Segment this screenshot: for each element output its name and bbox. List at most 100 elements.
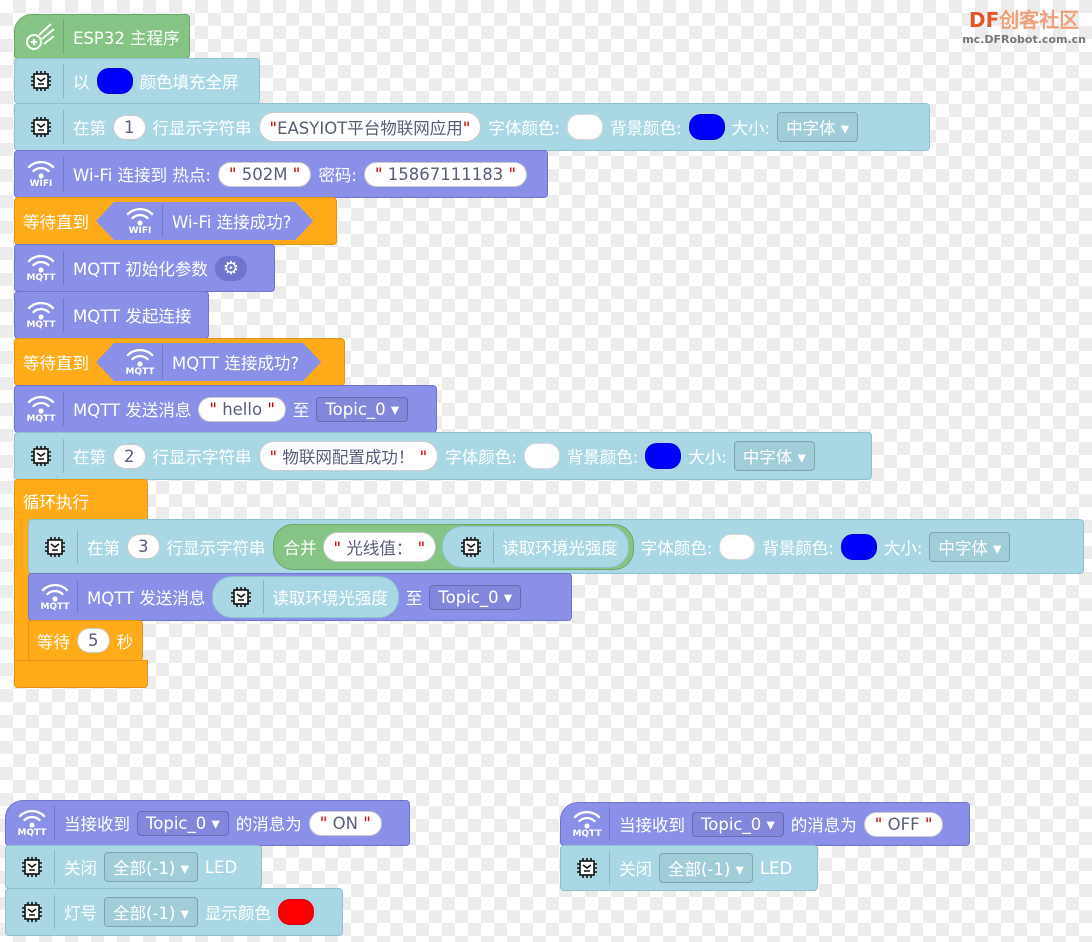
wait-seconds-block[interactable]: 等待 5 秒: [28, 620, 143, 661]
block-label: 背景颜色:: [609, 119, 682, 138]
font-color-swatch[interactable]: [523, 443, 560, 469]
mqtt-icon: MQTT: [19, 392, 64, 426]
text-value: OFF: [887, 814, 920, 834]
chip-icon: [19, 110, 64, 144]
wifi-connected-condition[interactable]: WIFI Wi-Fi 连接成功?: [96, 202, 313, 240]
block-label: 行显示字符串: [152, 448, 252, 467]
block-label: 背景颜色:: [762, 538, 834, 558]
ambient-light-reporter[interactable]: 读取环境光强度: [442, 525, 629, 568]
row-number-input[interactable]: 2: [113, 443, 146, 469]
size-dropdown[interactable]: 中字体 ▾: [929, 531, 1011, 562]
block-label: 在第: [73, 448, 106, 467]
block-label: 的消息为: [235, 815, 302, 834]
wait-until-wifi-block[interactable]: 等待直到 WIFI Wi-Fi 连接成功?: [14, 197, 337, 245]
icon-caption: MQTT: [26, 413, 56, 424]
text-value: hello: [222, 399, 263, 419]
led-dropdown[interactable]: 全部(-1) ▾: [659, 853, 753, 883]
font-color-swatch[interactable]: [566, 114, 603, 140]
esp32-main-hat-block[interactable]: ESP32 主程序: [14, 14, 190, 59]
dropdown-value: 全部(-1): [668, 860, 731, 879]
led-off-block[interactable]: 关闭 全部(-1) ▾ LED: [5, 845, 262, 889]
mqtt-init-block[interactable]: MQTT MQTT 初始化参数 ⚙: [14, 244, 275, 292]
dropdown-value: Topic_0: [438, 587, 499, 607]
wifi-connect-block[interactable]: WIFI Wi-Fi 连接到 热点: " 502M " 密码: " 158671…: [14, 150, 548, 198]
message-input[interactable]: " hello ": [198, 396, 286, 422]
text-value: EASYIOT平台物联网应用: [277, 119, 463, 138]
off-message-hat-block[interactable]: MQTT 当接收到 Topic_0 ▾ 的消息为 " OFF ": [560, 802, 970, 846]
row-number-input[interactable]: 1: [113, 114, 146, 140]
color-swatch-blue[interactable]: [96, 68, 133, 94]
text-value: 502M: [241, 164, 288, 184]
led-dropdown[interactable]: 全部(-1) ▾: [104, 897, 198, 927]
font-color-swatch[interactable]: [719, 533, 756, 560]
mqtt-send-hello-block[interactable]: MQTT MQTT 发送消息 " hello " 至 Topic_0 ▾: [14, 385, 437, 433]
text-input[interactable]: " 光线值： ": [322, 531, 437, 562]
dropdown-value: 全部(-1): [113, 859, 176, 878]
topic-dropdown[interactable]: Topic_0 ▾: [316, 396, 409, 422]
block-label: 当接收到: [64, 815, 130, 834]
mqtt-connected-condition[interactable]: MQTT MQTT 连接成功?: [96, 343, 321, 381]
bg-color-swatch[interactable]: [645, 443, 682, 469]
wifi-icon: WIFI: [19, 157, 64, 191]
on-message-hat-block[interactable]: MQTT 当接收到 Topic_0 ▾ 的消息为 " ON ": [5, 800, 410, 846]
wifi-icon: WIFI: [118, 204, 163, 238]
dropdown-value: 中字体: [742, 448, 793, 467]
block-label: 大小:: [883, 538, 923, 558]
block-label: 当接收到: [619, 816, 685, 835]
led-off-block[interactable]: 关闭 全部(-1) ▾ LED: [560, 845, 818, 891]
size-dropdown[interactable]: 中字体 ▾: [733, 441, 815, 471]
display-line-2-block[interactable]: 在第 2 行显示字符串 " 物联网配置成功！ " 字体颜色: 背景颜色: 大小:…: [14, 432, 872, 480]
bg-color-swatch[interactable]: [840, 533, 877, 560]
block-label: 读取环境光强度: [502, 538, 618, 558]
size-dropdown[interactable]: 中字体 ▾: [777, 112, 859, 142]
dropdown-value: Topic_0: [701, 814, 762, 834]
topic-dropdown[interactable]: Topic_0 ▾: [692, 811, 784, 837]
wait-until-mqtt-block[interactable]: 等待直到 MQTT MQTT 连接成功?: [14, 338, 345, 386]
text-input[interactable]: "EASYIOT平台物联网应用": [258, 112, 482, 142]
chip-icon: [10, 895, 55, 929]
icon-caption: MQTT: [572, 828, 602, 839]
icon-caption: WIFI: [29, 178, 53, 189]
mqtt-send-light-block[interactable]: MQTT MQTT 发送消息 读取环境光强度 至 Topic_0 ▾: [28, 573, 572, 621]
dropdown-value: 中字体: [938, 538, 988, 558]
chip-icon: [219, 580, 265, 614]
display-line-3-block[interactable]: 在第 3 行显示字符串 合并 " 光线值： " 读取环境光强度 字体颜色: 背景…: [28, 519, 1084, 574]
block-label: 大小:: [688, 448, 727, 467]
block-label: 灯号: [64, 904, 97, 923]
color-swatch-red[interactable]: [277, 899, 314, 925]
fill-screen-block[interactable]: 以 颜色填充全屏: [14, 58, 260, 104]
block-label: 字体颜色:: [445, 448, 517, 467]
password-input[interactable]: " 15867111183 ": [363, 161, 528, 187]
chip-icon: [449, 529, 495, 564]
row-number-input[interactable]: 3: [127, 534, 160, 559]
mqtt-icon: MQTT: [19, 251, 64, 285]
join-reporter[interactable]: 合并 " 光线值： " 读取环境光强度: [272, 523, 634, 570]
mqtt-icon: MQTT: [565, 807, 610, 841]
topic-dropdown[interactable]: Topic_0 ▾: [137, 810, 229, 836]
topic-dropdown[interactable]: Topic_0 ▾: [429, 584, 522, 610]
block-label: 在第: [87, 538, 120, 558]
dropdown-value: Topic_0: [325, 399, 386, 419]
gear-icon[interactable]: ⚙: [214, 255, 247, 281]
mqtt-connect-block[interactable]: MQTT MQTT 发起连接: [14, 291, 209, 339]
led-dropdown[interactable]: 全部(-1) ▾: [104, 852, 198, 882]
seconds-input[interactable]: 5: [77, 628, 110, 653]
block-label: 颜色填充全屏: [139, 73, 239, 92]
ssid-input[interactable]: " 502M ": [217, 161, 312, 187]
bg-color-swatch[interactable]: [688, 114, 725, 140]
led-color-block[interactable]: 灯号 全部(-1) ▾ 显示颜色: [5, 888, 343, 936]
dropdown-value: Topic_0: [146, 813, 207, 833]
ambient-light-reporter[interactable]: 读取环境光强度: [212, 576, 399, 618]
text-input[interactable]: " 物联网配置成功！ ": [258, 441, 439, 471]
message-input[interactable]: " OFF ": [863, 811, 944, 837]
loop-header[interactable]: 循环执行: [14, 479, 148, 521]
icon-caption: MQTT: [26, 272, 56, 283]
message-input[interactable]: " ON ": [308, 810, 382, 836]
block-label: 至: [292, 401, 310, 420]
controller-icon: [19, 19, 64, 54]
block-label: 秒: [116, 632, 134, 652]
display-line-1-block[interactable]: 在第 1 行显示字符串 "EASYIOT平台物联网应用" 字体颜色: 背景颜色:…: [14, 103, 930, 151]
block-label: 在第: [73, 119, 106, 138]
watermark-url: mc.DFRobot.com.cn: [962, 33, 1086, 46]
block-label: Wi-Fi 连接到 热点:: [73, 166, 211, 185]
